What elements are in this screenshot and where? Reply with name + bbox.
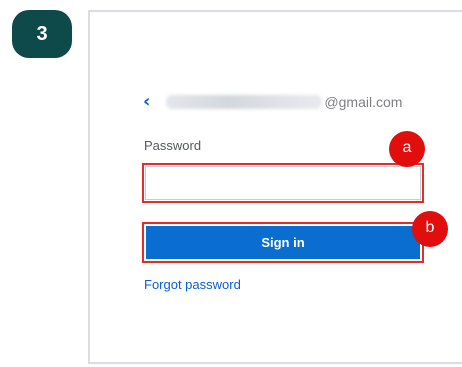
tutorial-step: 3 ‹ @gmail.com Password Sign in Forgot p… [0,0,462,367]
redacted-email-user [166,95,323,109]
chevron-left-icon[interactable]: ‹ [143,92,150,112]
signin-highlight-frame: Sign in [142,222,424,263]
annotation-marker-b: b [412,211,448,247]
step-number-badge: 3 [12,10,72,58]
annotation-marker-a: a [389,131,425,167]
email-domain: @gmail.com [324,94,403,110]
forgot-password-link[interactable]: Forgot password [144,277,241,292]
sign-in-button[interactable]: Sign in [146,226,420,259]
annotation-letter-a: a [402,139,412,156]
password-label: Password [144,138,202,153]
step-number: 3 [36,22,48,45]
annotation-letter-b: b [425,219,435,236]
account-identity-row: ‹ @gmail.com [143,92,402,112]
password-input[interactable] [142,163,424,203]
